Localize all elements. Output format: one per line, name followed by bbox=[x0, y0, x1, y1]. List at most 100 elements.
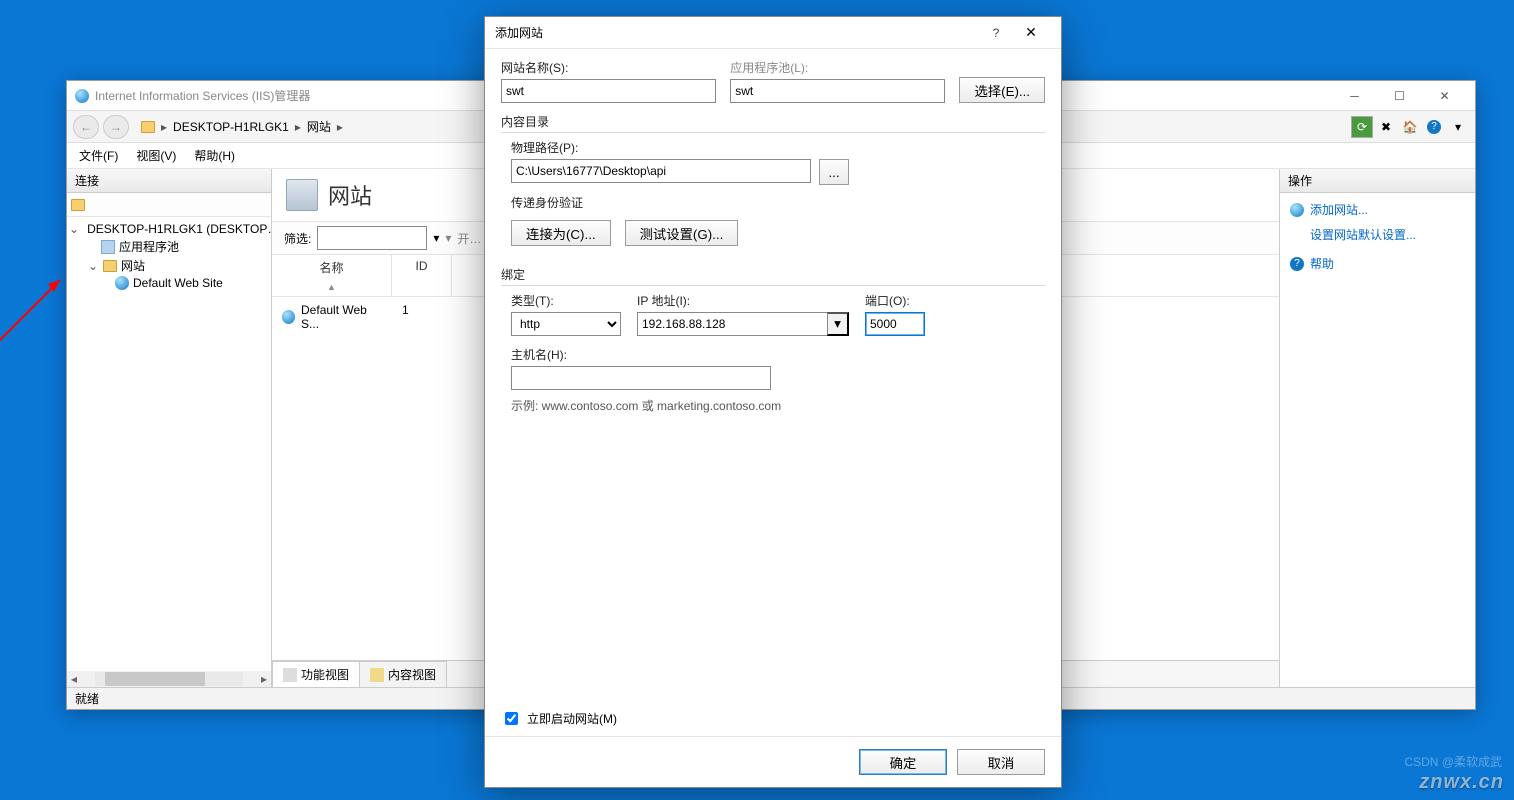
watermark-author: CSDN @柔软成武 bbox=[1404, 753, 1502, 770]
globe-icon bbox=[1290, 203, 1304, 217]
maximize-button[interactable]: ☐ bbox=[1377, 82, 1422, 110]
breadcrumb-node[interactable]: 网站 bbox=[307, 118, 331, 135]
start-now-row: 立即启动网站(M) bbox=[485, 701, 1061, 736]
sites-icon bbox=[286, 179, 318, 211]
dialog-title: 添加网站 bbox=[495, 24, 981, 41]
watermark: znwx.cn bbox=[1419, 771, 1504, 794]
add-site-dialog: 添加网站 ? ✕ 网站名称(S): 应用程序池(L): 选择(E)... 内容目… bbox=[484, 16, 1062, 788]
tree-sites[interactable]: ⌄ 网站 bbox=[69, 256, 269, 275]
tab-features[interactable]: 功能视图 bbox=[272, 661, 360, 687]
tree-host[interactable]: ⌄ DESKTOP-H1RLGK1 (DESKTOP… bbox=[69, 221, 269, 237]
dialog-footer: 确定 取消 bbox=[485, 736, 1061, 787]
close-button[interactable]: ✕ bbox=[1422, 82, 1467, 110]
app-pool-label: 应用程序池(L): bbox=[730, 59, 945, 76]
port-input[interactable] bbox=[865, 312, 925, 336]
folder-icon bbox=[103, 260, 117, 272]
features-icon bbox=[283, 668, 297, 682]
app-pool-icon bbox=[101, 240, 115, 254]
select-pool-button[interactable]: 选择(E)... bbox=[959, 77, 1045, 103]
action-add-site[interactable]: 添加网站... bbox=[1310, 201, 1368, 218]
port-label: 端口(O): bbox=[865, 292, 925, 309]
forward-button[interactable]: → bbox=[103, 115, 129, 139]
physical-path-input[interactable] bbox=[511, 159, 811, 183]
home-icon[interactable]: 🏠 bbox=[1399, 116, 1421, 138]
actions-panel: 操作 添加网站... 设置网站默认设置... ? 帮助 bbox=[1280, 169, 1475, 687]
collapse-icon[interactable]: ⌄ bbox=[69, 222, 79, 236]
tree-host-label: DESKTOP-H1RLGK1 (DESKTOP… bbox=[87, 222, 271, 236]
start-now-checkbox[interactable] bbox=[505, 712, 518, 725]
action-help[interactable]: 帮助 bbox=[1310, 255, 1334, 272]
cancel-button[interactable]: 取消 bbox=[957, 749, 1045, 775]
status-text: 就绪 bbox=[75, 690, 99, 707]
connections-tree[interactable]: ⌄ DESKTOP-H1RLGK1 (DESKTOP… 应用程序池 ⌄ 网站 bbox=[67, 217, 271, 687]
site-name: Default Web S... bbox=[301, 303, 382, 331]
connect-as-button[interactable]: 连接为(C)... bbox=[511, 220, 611, 246]
action-set-defaults[interactable]: 设置网站默认设置... bbox=[1310, 226, 1465, 243]
host-input[interactable] bbox=[511, 366, 771, 390]
chevron-right-icon: ▸ bbox=[295, 120, 301, 134]
menu-file[interactable]: 文件(F) bbox=[79, 147, 118, 164]
scroll-right-icon[interactable]: ▸ bbox=[257, 672, 271, 686]
page-title: 网站 bbox=[328, 179, 372, 211]
site-name-label: 网站名称(S): bbox=[501, 59, 716, 76]
filter-go-label[interactable]: 开… bbox=[457, 230, 481, 247]
minimize-button[interactable]: ─ bbox=[1332, 82, 1377, 110]
tree-sites-label: 网站 bbox=[121, 257, 145, 274]
dialog-titlebar[interactable]: 添加网站 ? ✕ bbox=[485, 17, 1061, 49]
stop-icon[interactable]: ✖ bbox=[1375, 116, 1397, 138]
globe-icon bbox=[282, 310, 295, 324]
close-button[interactable]: ✕ bbox=[1011, 24, 1051, 41]
column-name[interactable]: 名称 ▲ bbox=[272, 255, 392, 296]
browse-button[interactable]: ... bbox=[819, 159, 849, 185]
physical-path-label: 物理路径(P): bbox=[511, 139, 1045, 156]
chevron-right-icon: ▸ bbox=[161, 120, 167, 134]
ok-button[interactable]: 确定 bbox=[859, 749, 947, 775]
ip-dropdown-button[interactable]: ▾ bbox=[827, 312, 849, 336]
tree-default-site-label: Default Web Site bbox=[133, 276, 223, 290]
connections-toolbar bbox=[67, 193, 271, 217]
folder-icon bbox=[141, 121, 155, 133]
globe-icon bbox=[115, 276, 129, 290]
menu-help[interactable]: 帮助(H) bbox=[194, 147, 235, 164]
content-group: 内容目录 物理路径(P): ... 传递身份验证 连接为(C)... 测试设置(… bbox=[501, 113, 1045, 256]
actions-header: 操作 bbox=[1280, 169, 1475, 193]
collapse-icon[interactable]: ⌄ bbox=[87, 259, 99, 273]
dropdown-icon[interactable]: ▾ bbox=[433, 231, 439, 245]
sort-icon: ▲ bbox=[327, 282, 336, 292]
dropdown-icon[interactable]: ▾ bbox=[1447, 116, 1469, 138]
help-button[interactable]: ? bbox=[981, 26, 1011, 40]
content-group-title: 内容目录 bbox=[501, 113, 1045, 133]
test-settings-button[interactable]: 测试设置(G)... bbox=[625, 220, 739, 246]
tree-app-pools[interactable]: 应用程序池 bbox=[69, 237, 269, 256]
type-label: 类型(T): bbox=[511, 292, 621, 309]
ip-label: IP 地址(I): bbox=[637, 292, 849, 309]
refresh-icon[interactable]: ⟳ bbox=[1351, 116, 1373, 138]
tree-app-pools-label: 应用程序池 bbox=[119, 238, 179, 255]
binding-group-title: 绑定 bbox=[501, 266, 1045, 286]
connections-panel: 连接 ⌄ DESKTOP-H1RLGK1 (DESKTOP… 应用程序池 ⌄ bbox=[67, 169, 272, 687]
menu-view[interactable]: 视图(V) bbox=[136, 147, 176, 164]
filter-go-icon[interactable]: ▾ bbox=[445, 231, 451, 245]
binding-group: 绑定 类型(T): http IP 地址(I): ▾ bbox=[501, 266, 1045, 414]
scroll-left-icon[interactable]: ◂ bbox=[67, 672, 81, 686]
site-name-input[interactable] bbox=[501, 79, 716, 103]
passthrough-label: 传递身份验证 bbox=[511, 194, 1045, 211]
scroll-thumb[interactable] bbox=[105, 672, 205, 686]
site-id: 1 bbox=[392, 299, 452, 335]
filter-label: 筛选: bbox=[284, 230, 311, 247]
host-example: 示例: www.contoso.com 或 marketing.contoso.… bbox=[511, 397, 1045, 414]
tree-default-site[interactable]: Default Web Site bbox=[69, 275, 269, 291]
type-select[interactable]: http bbox=[511, 312, 621, 336]
breadcrumb-host[interactable]: DESKTOP-H1RLGK1 bbox=[173, 120, 289, 134]
app-pool-input bbox=[730, 79, 945, 103]
back-button[interactable]: ← bbox=[73, 115, 99, 139]
ip-input[interactable] bbox=[637, 312, 827, 336]
tab-content[interactable]: 内容视图 bbox=[359, 661, 447, 687]
folder-icon[interactable] bbox=[71, 199, 85, 211]
connections-header: 连接 bbox=[67, 169, 271, 193]
filter-input[interactable] bbox=[317, 226, 427, 250]
column-id[interactable]: ID bbox=[392, 255, 452, 296]
chevron-right-icon: ▸ bbox=[337, 120, 343, 134]
help-icon[interactable]: ? bbox=[1423, 116, 1445, 138]
horizontal-scrollbar[interactable]: ◂ ▸ bbox=[67, 671, 271, 687]
